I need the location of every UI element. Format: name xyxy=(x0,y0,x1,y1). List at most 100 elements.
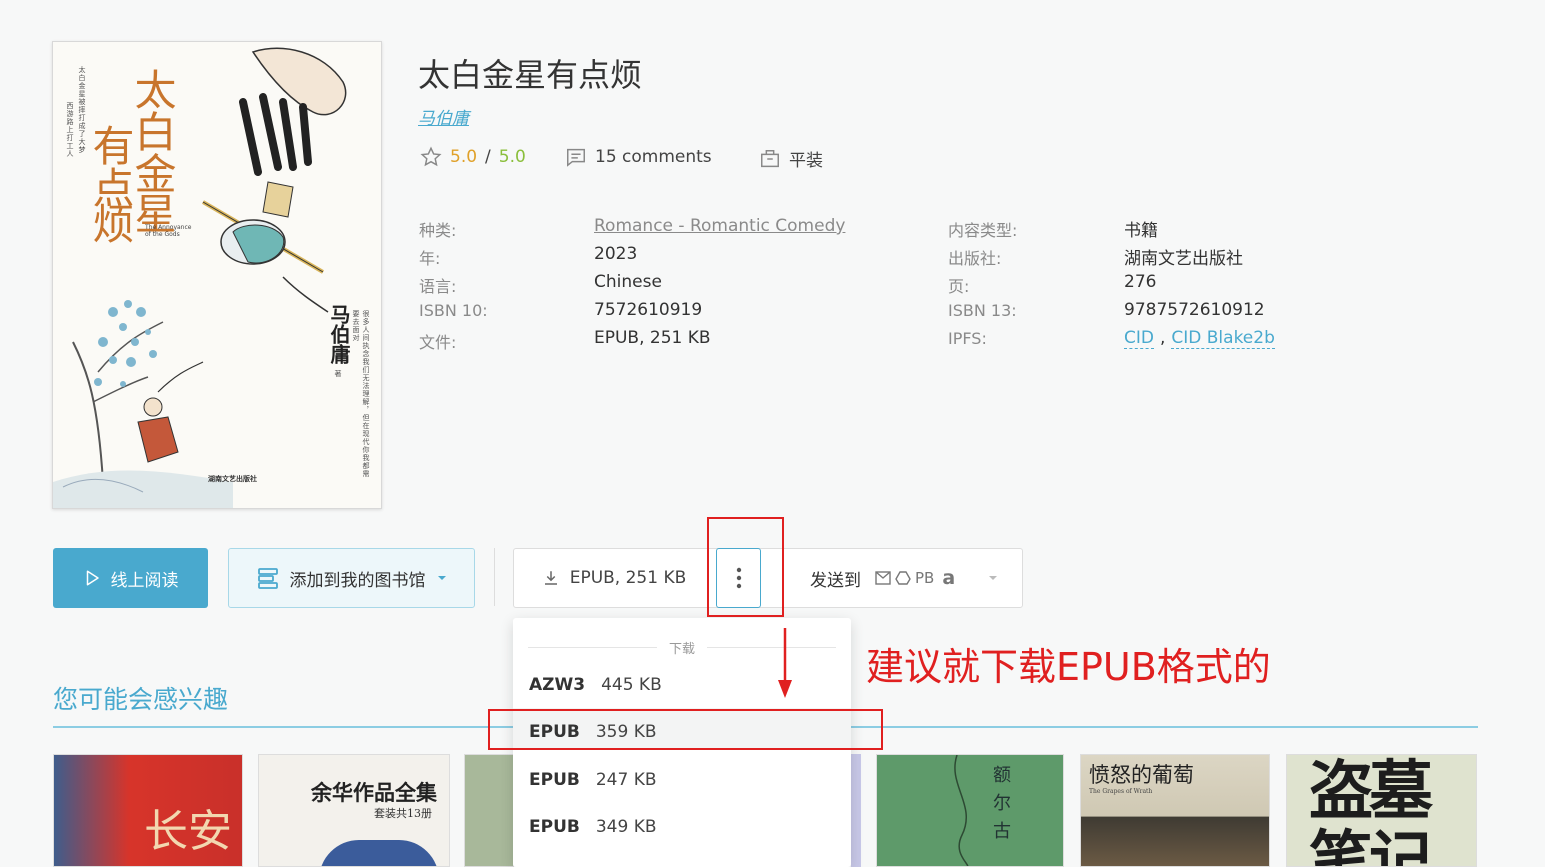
amazon-kindle-icon: a xyxy=(942,567,956,589)
cover-author-note: 著 xyxy=(334,370,342,378)
read-online-button[interactable]: 线上阅读 xyxy=(53,548,208,608)
prop-language-value: Chinese xyxy=(594,272,662,292)
prop-publisher-value: 湖南文艺出版社 xyxy=(1124,249,1243,269)
cover-blurb-3: 很多人间执念我们无法理解，但在现代你我都需要去面对 xyxy=(352,310,370,478)
binding-info: 平装 xyxy=(759,146,823,171)
recommendation-book-5-title: 愤怒的葡萄 xyxy=(1089,763,1194,787)
annotation-text: 建议就下载EPUB格式的 xyxy=(866,645,1271,689)
format-option-azw3[interactable]: AZW3 445 KB xyxy=(529,675,662,695)
book-binding-icon xyxy=(761,149,779,167)
play-icon xyxy=(86,570,99,586)
prop-language-label: 语言: xyxy=(419,277,457,296)
dropdown-header: 下载 xyxy=(513,638,851,657)
send-to-button[interactable]: 发送到 PB a xyxy=(810,549,1010,607)
annotation-arrow-icon xyxy=(778,628,792,698)
caret-down-icon xyxy=(437,576,446,580)
pocketbook-label: PB xyxy=(915,569,935,587)
format-option-epub-2[interactable]: EPUB 247 KB xyxy=(529,770,657,790)
add-to-library-button[interactable]: 添加到我的图书馆 xyxy=(228,548,475,608)
recommendation-book-6[interactable]: 盗墓笔记 xyxy=(1286,754,1477,867)
recommendation-book-4[interactable]: 额尔古 xyxy=(876,754,1064,867)
prop-file-value: EPUB, 251 KB xyxy=(594,328,711,348)
ipfs-blake2b-link[interactable]: CID Blake2b xyxy=(1171,328,1275,349)
rating: 5.0 / 5.0 xyxy=(420,146,526,168)
ipfs-separator: , xyxy=(1159,328,1166,348)
prop-year-value: 2023 xyxy=(594,244,638,264)
cover-author: 马伯庸 xyxy=(327,304,351,364)
cover-title-3: 烦 xyxy=(86,202,135,244)
cover-blurb-2: 西游路上打工人 xyxy=(66,102,74,158)
format-option-epub-3[interactable]: EPUB 349 KB xyxy=(529,817,657,837)
prop-isbn13-label: ISBN 13: xyxy=(948,301,1017,320)
prop-year-label: 年: xyxy=(419,249,441,268)
email-icon xyxy=(875,571,891,585)
binding-label: 平装 xyxy=(789,151,823,171)
recommendation-book-2-title: 余华作品全集 xyxy=(311,780,437,805)
rating-separator: / xyxy=(485,147,491,167)
recommendation-book-4-title: 额尔古 xyxy=(990,765,1011,849)
comments-count: 15 comments xyxy=(595,147,712,167)
prop-pages-label: 页: xyxy=(948,277,970,296)
format-name: EPUB xyxy=(529,817,580,837)
recommendation-book-1[interactable]: 长安 xyxy=(53,754,243,867)
download-icon xyxy=(544,571,557,585)
prop-content-type-label: 内容类型: xyxy=(948,221,1018,240)
cover-title-1: 太白金 xyxy=(128,68,177,194)
prop-isbn13-value: 9787572610912 xyxy=(1124,300,1265,320)
prop-file-label: 文件: xyxy=(419,333,457,352)
download-epub-label: EPUB, 251 KB xyxy=(569,568,687,588)
recommendation-book-hidden xyxy=(851,754,861,867)
recommendation-book-2[interactable]: 余华作品全集 套装共13册 xyxy=(258,754,450,867)
recommendation-book-1-title: 长安 xyxy=(144,806,232,857)
dropdown-header-line-left xyxy=(528,647,657,648)
rating-max: 5.0 xyxy=(498,147,526,167)
annotation-box-epub-option xyxy=(488,709,883,750)
prop-isbn10-label: ISBN 10: xyxy=(419,301,488,320)
cover-illustration xyxy=(53,47,347,508)
cover-blurb-1: 太白金星被摔打成了大梦 xyxy=(78,66,86,154)
recommendation-book-5[interactable]: 愤怒的葡萄 The Grapes of Wrath xyxy=(1080,754,1270,867)
recommendation-book-2-sub: 套装共13册 xyxy=(374,807,432,820)
recommendation-book-6-title: 盗墓笔记 xyxy=(1309,754,1433,867)
dropdown-header-label: 下载 xyxy=(669,642,696,657)
format-name: AZW3 xyxy=(529,675,586,695)
cover-english-title: The Annoyance of the Gods xyxy=(145,224,192,238)
format-size: 349 KB xyxy=(595,817,657,837)
recommendations-title: 您可能会感兴趣 xyxy=(53,685,229,714)
prop-isbn10-value: 7572610919 xyxy=(594,300,703,320)
recommendation-book-5-sub: The Grapes of Wrath xyxy=(1089,788,1153,795)
comment-icon xyxy=(567,148,585,167)
prop-ipfs-links: CID , CID Blake2b xyxy=(1124,328,1275,349)
cover-title-2: 有点 xyxy=(86,124,135,208)
add-to-library-label: 添加到我的图书馆 xyxy=(289,570,426,591)
comments-link[interactable]: 15 comments xyxy=(565,146,712,168)
book-title: 太白金星有点烦 xyxy=(418,56,643,94)
caret-down-icon xyxy=(989,576,998,580)
recommendation-book-4-art xyxy=(954,755,969,866)
prop-ipfs-label: IPFS: xyxy=(948,329,987,348)
prop-content-type-value: 书籍 xyxy=(1124,221,1158,241)
prop-category-link[interactable]: Romance - Romantic Comedy xyxy=(594,216,845,236)
dropdown-header-line-right xyxy=(707,647,837,648)
prop-publisher-label: 出版社: xyxy=(948,249,1002,268)
format-size: 445 KB xyxy=(601,675,662,695)
book-author-link[interactable]: 马伯庸 xyxy=(418,104,469,129)
prop-pages-value: 276 xyxy=(1124,272,1157,292)
format-name: EPUB xyxy=(529,770,580,790)
prop-category-label: 种类: xyxy=(419,221,457,240)
rating-value: 5.0 xyxy=(450,147,478,167)
ipfs-cid-link[interactable]: CID xyxy=(1124,328,1154,349)
cover-publisher: 湖南文艺出版社 xyxy=(208,475,257,483)
button-divider xyxy=(494,548,495,606)
recommendation-book-2-art xyxy=(319,840,439,866)
recommendation-book-3[interactable] xyxy=(464,754,514,867)
book-cover[interactable]: 太白金 有点 烦 星 太白金星被摔打成了大梦 西游路上打工人 The Annoy… xyxy=(52,41,382,509)
read-online-label: 线上阅读 xyxy=(110,570,179,591)
star-icon[interactable] xyxy=(420,146,442,168)
annotation-box-more-button xyxy=(707,517,784,617)
download-epub-button[interactable]: EPUB, 251 KB xyxy=(514,549,714,607)
format-size: 247 KB xyxy=(595,770,657,790)
bookshelf-icon xyxy=(257,568,278,589)
send-targets: PB a xyxy=(875,567,955,589)
google-drive-icon xyxy=(895,571,911,585)
